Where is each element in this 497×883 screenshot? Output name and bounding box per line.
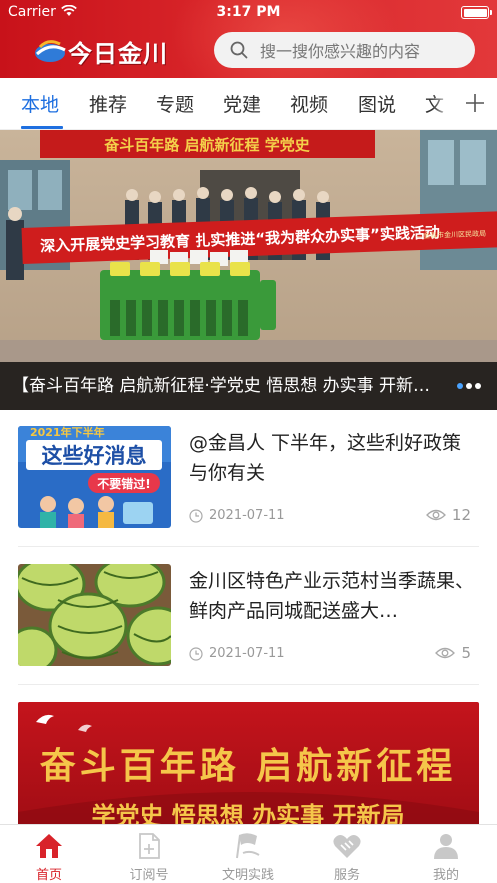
handshake-icon bbox=[333, 835, 361, 858]
search-placeholder: 搜一搜你感兴趣的内容 bbox=[260, 42, 421, 61]
nav-home[interactable]: 首页 bbox=[9, 831, 89, 883]
feature-line2: 学党史 悟思想 办实事 开新局 bbox=[91, 801, 404, 826]
subscribe-icon bbox=[139, 833, 160, 859]
carousel-dot bbox=[466, 383, 472, 389]
news-date-text: 2021-07-11 bbox=[209, 646, 285, 661]
app-logo: 今日金川 bbox=[30, 32, 190, 68]
news-views: 12 bbox=[425, 506, 471, 524]
news-title: 金川区特色产业示范村当季蔬果、鲜肉产品同城配送盛大… bbox=[189, 570, 475, 622]
status-bar: Carrier 3:17 PM bbox=[0, 0, 497, 26]
banner-caption: 【奋斗百年路 启航新征程·学党史 悟思想 办实事 开新局】 bbox=[12, 376, 437, 396]
news-views-count: 12 bbox=[451, 506, 471, 524]
tab-topics[interactable]: 专题 bbox=[156, 90, 194, 117]
divider bbox=[18, 684, 479, 685]
nav-label: 文明实践 bbox=[221, 868, 274, 883]
news-title: @金昌人 下半年，这些利好政策与你有关 bbox=[189, 432, 462, 484]
banner-top-text: 奋斗百年路 启航新征程 学党史 bbox=[103, 136, 310, 154]
home-icon bbox=[36, 834, 62, 858]
eye-icon bbox=[425, 509, 446, 521]
app-header: Carrier 3:17 PM 今日金川 搜一搜你感兴趣的内容 bbox=[0, 0, 497, 78]
news-date: 2021-07-11 bbox=[189, 508, 285, 523]
clock-icon bbox=[189, 646, 203, 661]
thumb-headline-text: 这些好消息 bbox=[42, 444, 147, 468]
tab-pictures[interactable]: 图说 bbox=[358, 90, 396, 117]
feature-line1: 奋斗百年路 启航新征程 bbox=[40, 745, 457, 787]
thumb-year-text: 2021年下半年 bbox=[30, 426, 105, 439]
clock-icon bbox=[189, 508, 203, 523]
logo-mark-icon bbox=[35, 40, 66, 62]
search-bar[interactable]: 搜一搜你感兴趣的内容 bbox=[214, 32, 475, 68]
nav-mine[interactable]: 我的 bbox=[406, 831, 486, 883]
banner-carousel[interactable]: 奋斗百年路 启航新征程 学党史 深入开展党史学习教育 扎实推进“我为群众办实事”… bbox=[0, 130, 497, 410]
tab-video[interactable]: 视频 bbox=[290, 90, 328, 117]
news-views: 5 bbox=[435, 644, 471, 662]
nav-services[interactable]: 服务 bbox=[307, 831, 387, 883]
divider bbox=[18, 546, 479, 547]
tab-recommend[interactable]: 推荐 bbox=[89, 90, 127, 117]
logo-text: 今日金川 bbox=[68, 39, 168, 68]
plus-icon bbox=[465, 94, 484, 112]
status-time: 3:17 PM bbox=[216, 4, 281, 20]
search-icon bbox=[230, 41, 248, 59]
news-thumbnail bbox=[18, 564, 171, 666]
news-item[interactable]: 2021年下半年 这些好消息 不要错过! @金昌人 下半年，这些利好政策与你有关… bbox=[18, 426, 479, 530]
nav-label: 我的 bbox=[432, 868, 459, 883]
eye-icon bbox=[435, 647, 456, 659]
news-date-text: 2021-07-11 bbox=[209, 508, 285, 523]
active-tab-indicator bbox=[21, 126, 63, 129]
carousel-dot bbox=[457, 383, 463, 389]
news-views-count: 5 bbox=[461, 644, 471, 662]
nav-label: 服务 bbox=[333, 868, 360, 883]
nav-label: 首页 bbox=[35, 868, 62, 883]
carousel-dot bbox=[475, 383, 481, 389]
flag-icon bbox=[236, 833, 260, 859]
carousel-indicator bbox=[457, 383, 481, 389]
add-channel-button[interactable] bbox=[452, 78, 497, 128]
user-icon bbox=[434, 834, 458, 859]
channel-tabs: 本地 推荐 专题 党建 视频 图说 文 bbox=[0, 78, 497, 130]
nav-label: 订阅号 bbox=[129, 868, 169, 883]
news-item[interactable]: 金川区特色产业示范村当季蔬果、鲜肉产品同城配送盛大… 2021-07-11 5 bbox=[18, 564, 479, 668]
news-date: 2021-07-11 bbox=[189, 646, 285, 661]
news-thumbnail: 2021年下半年 这些好消息 不要错过! bbox=[18, 426, 171, 528]
battery-icon bbox=[461, 6, 492, 19]
nav-subscribe[interactable]: 订阅号 bbox=[109, 831, 189, 883]
tab-local[interactable]: 本地 bbox=[21, 90, 59, 117]
bottom-tab-bar: 首页 订阅号 文明实践 服务 我的 bbox=[0, 824, 497, 883]
nav-civilization-practice[interactable]: 文明实践 bbox=[208, 831, 288, 883]
tab-party[interactable]: 党建 bbox=[223, 90, 261, 117]
feature-card[interactable]: 奋斗百年路 启航新征程 学党史 悟思想 办实事 开新局 bbox=[18, 702, 479, 826]
thumb-sub-text: 不要错过! bbox=[97, 476, 150, 491]
